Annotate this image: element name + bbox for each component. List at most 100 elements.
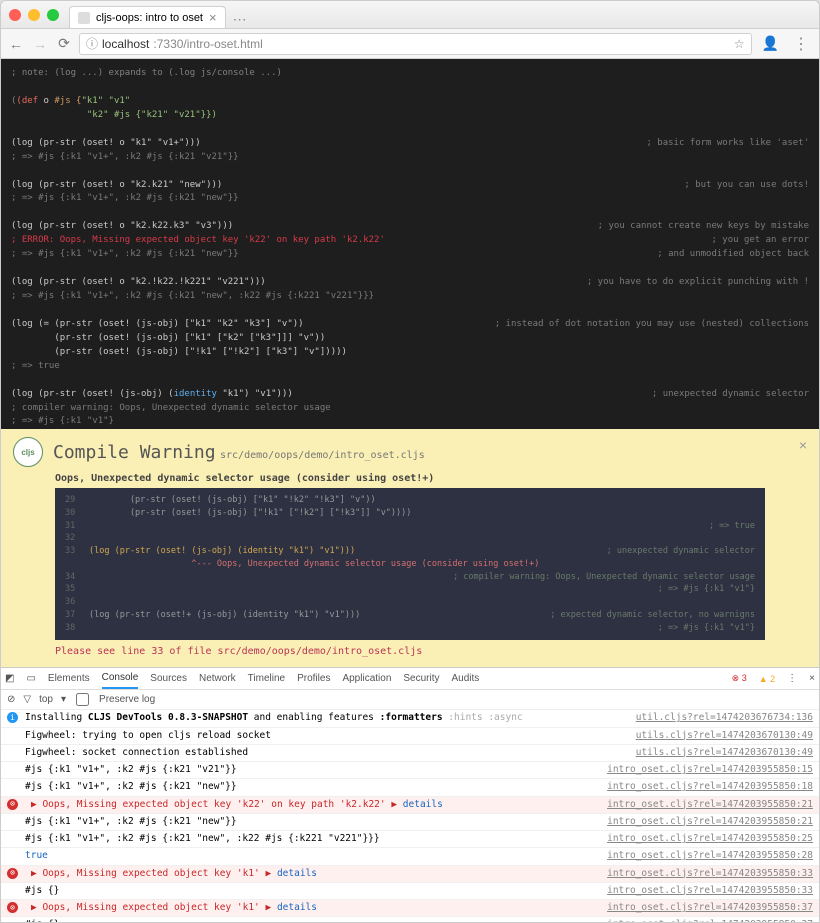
forward-button[interactable]: →: [31, 35, 49, 53]
back-button[interactable]: ←: [7, 35, 25, 53]
console-source-link[interactable]: intro_oset.cljs?rel=1474203955850:37: [607, 901, 813, 915]
tab-security[interactable]: Security: [403, 669, 439, 688]
code-line: (log (pr-str (oset! (js-obj) (identity "…: [11, 388, 809, 402]
devtools-menu-icon[interactable]: ⋮: [787, 673, 797, 684]
console-source-link[interactable]: intro_oset.cljs?rel=1474203955850:15: [607, 763, 813, 777]
tab-audits[interactable]: Audits: [452, 669, 480, 688]
tab-network[interactable]: Network: [199, 669, 236, 688]
warning-code-block: 29 (pr-str (oset! (js-obj) ["k1" "!k2" "…: [55, 488, 765, 640]
console-row: #js {:k1 "v1+", :k2 #js {:k21 "v21"}}int…: [1, 762, 819, 779]
tab-timeline[interactable]: Timeline: [248, 669, 285, 688]
code-line: ((def o #js {"k1" "v1": [11, 95, 809, 109]
console-row: #js {}intro_oset.cljs?rel=1474203955850:…: [1, 917, 819, 922]
console-source-link[interactable]: intro_oset.cljs?rel=1474203955850:18: [607, 780, 813, 794]
code-line: (pr-str (oset! (js-obj) ["!k1" ["!k2"] […: [11, 346, 809, 360]
console-source-link[interactable]: utils.cljs?rel=1474203670130:49: [636, 746, 813, 760]
console-source-link[interactable]: intro_oset.cljs?rel=1474203955850:33: [607, 884, 813, 898]
console-row: #js {}intro_oset.cljs?rel=1474203955850:…: [1, 883, 819, 900]
code-line: ; note: (log ...) expands to (.log js/co…: [11, 67, 809, 81]
maximize-window-button[interactable]: [47, 9, 59, 21]
code-line: (log (pr-str (oset! o "k2.k22.k3" "v3"))…: [11, 220, 809, 234]
reload-button[interactable]: ⟳: [55, 35, 73, 53]
console-source-link[interactable]: intro_oset.cljs?rel=1474203955850:37: [607, 918, 813, 922]
console-source-link[interactable]: intro_oset.cljs?rel=1474203955850:28: [607, 849, 813, 863]
console-row: ⊗▶ Oops, Missing expected object key 'k1…: [1, 866, 819, 883]
console-source-link[interactable]: intro_oset.cljs?rel=1474203955850:21: [607, 798, 813, 812]
close-window-button[interactable]: [9, 9, 21, 21]
code-line: [11, 374, 809, 388]
code-line: ; => true: [11, 360, 809, 374]
code-line: ; compiler warning: Oops, Unexpected dyn…: [11, 402, 809, 416]
new-tab-button[interactable]: ⋯: [230, 11, 250, 28]
titlebar: cljs-oops: intro to oset × ⋯: [1, 1, 819, 29]
console-source-link[interactable]: intro_oset.cljs?rel=1474203955850:21: [607, 815, 813, 829]
tab-title: cljs-oops: intro to oset: [96, 12, 203, 24]
code-line: [11, 304, 809, 318]
warning-header: cljs Compile Warning src/demo/oops/demo/…: [13, 437, 807, 467]
tab-sources[interactable]: Sources: [150, 669, 187, 688]
tab-console[interactable]: Console: [102, 668, 139, 689]
code-line: (log (pr-str (oset! o "k2.k21" "new")));…: [11, 179, 809, 193]
preserve-log-checkbox[interactable]: [76, 693, 89, 706]
console-message: Installing CLJS DevTools 0.8.3-SNAPSHOT …: [25, 711, 636, 725]
error-badge[interactable]: ⊗ 3: [732, 673, 747, 684]
devtools-tabs: ◩ ▭ Elements Console Sources Network Tim…: [1, 668, 819, 690]
code-line: (log (pr-str (oset! o "k2.!k22.!k221" "v…: [11, 276, 809, 290]
browser-window: cljs-oops: intro to oset × ⋯ ← → ⟳ ⓘ loc…: [0, 0, 820, 923]
device-icon[interactable]: ▭: [26, 673, 35, 684]
bookmark-icon[interactable]: ☆: [734, 37, 745, 51]
console-row: iInstalling CLJS DevTools 0.8.3-SNAPSHOT…: [1, 710, 819, 727]
console-row: ⊗▶ Oops, Missing expected object key 'k1…: [1, 900, 819, 917]
code-line: ; => #js {:k1 "v1+", :k2 #js {:k21 "new"…: [11, 192, 809, 206]
console-source-link[interactable]: utils.cljs?rel=1474203670130:49: [636, 729, 813, 743]
preserve-log-label: Preserve log: [99, 694, 155, 705]
address-bar-row: ← → ⟳ ⓘ localhost :7330/intro-oset.html ☆…: [1, 29, 819, 59]
console-row: #js {:k1 "v1+", :k2 #js {:k21 "new"}}int…: [1, 779, 819, 796]
warning-subtitle: Oops, Unexpected dynamic selector usage …: [55, 473, 807, 484]
code-line: ; => #js {:k1 "v1+", :k2 #js {:k21 "new"…: [11, 290, 809, 304]
code-area: ; note: (log ...) expands to (.log js/co…: [1, 59, 819, 429]
code-line: "k2" #js {"k21" "v21"}}): [11, 109, 809, 123]
console-message: ▶ Oops, Missing expected object key 'k1'…: [31, 867, 607, 881]
traffic-lights: [9, 9, 59, 21]
console-source-link[interactable]: intro_oset.cljs?rel=1474203955850:33: [607, 867, 813, 881]
code-line: (pr-str (oset! (js-obj) ["k1" ["k2" ["k3…: [11, 332, 809, 346]
console-message: #js {:k1 "v1+", :k2 #js {:k21 "new"}}: [25, 780, 607, 794]
console-message: #js {:k1 "v1+", :k2 #js {:k21 "new"}}: [25, 815, 607, 829]
console-source-link[interactable]: util.cljs?rel=1474203676734:136: [636, 711, 813, 725]
code-line: [11, 206, 809, 220]
minimize-window-button[interactable]: [28, 9, 40, 21]
console-message: #js {}: [25, 884, 607, 898]
url-path: :7330/intro-oset.html: [153, 37, 262, 51]
filter-icon[interactable]: ▽: [23, 694, 31, 705]
code-line: [11, 165, 809, 179]
content: ; note: (log ...) expands to (.log js/co…: [1, 59, 819, 922]
url-host: localhost: [102, 37, 149, 51]
menu-icon[interactable]: ⋮: [789, 34, 813, 54]
close-warning-button[interactable]: ×: [799, 437, 807, 453]
console-row: #js {:k1 "v1+", :k2 #js {:k21 "new"}}int…: [1, 814, 819, 831]
inspect-icon[interactable]: ◩: [5, 673, 14, 684]
code-line: (log (= (pr-str (oset! (js-obj) ["k1" "k…: [11, 318, 809, 332]
tab-profiles[interactable]: Profiles: [297, 669, 330, 688]
user-icon[interactable]: 👤: [758, 35, 783, 52]
tab-elements[interactable]: Elements: [48, 669, 90, 688]
tab-application[interactable]: Application: [342, 669, 391, 688]
browser-tab[interactable]: cljs-oops: intro to oset ×: [69, 6, 226, 28]
context-selector[interactable]: top: [39, 694, 53, 705]
devtools-close-icon[interactable]: ×: [809, 673, 815, 684]
console-message: ▶ Oops, Missing expected object key 'k22…: [31, 798, 607, 812]
console-message: Figwheel: socket connection established: [25, 746, 636, 760]
warning-badge[interactable]: ▲ 2: [759, 674, 775, 684]
clear-console-icon[interactable]: ⊘: [7, 694, 15, 705]
console-message: true: [25, 849, 607, 863]
console-row: Figwheel: socket connection establishedu…: [1, 745, 819, 762]
console-row: ⊗▶ Oops, Missing expected object key 'k2…: [1, 797, 819, 814]
site-info-icon[interactable]: ⓘ: [86, 35, 98, 52]
close-tab-icon[interactable]: ×: [209, 10, 217, 25]
favicon-icon: [78, 12, 90, 24]
address-bar[interactable]: ⓘ localhost :7330/intro-oset.html ☆: [79, 33, 752, 55]
console-row: trueintro_oset.cljs?rel=1474203955850:28: [1, 848, 819, 865]
console-source-link[interactable]: intro_oset.cljs?rel=1474203955850:25: [607, 832, 813, 846]
warning-title: Compile Warning: [53, 442, 216, 463]
